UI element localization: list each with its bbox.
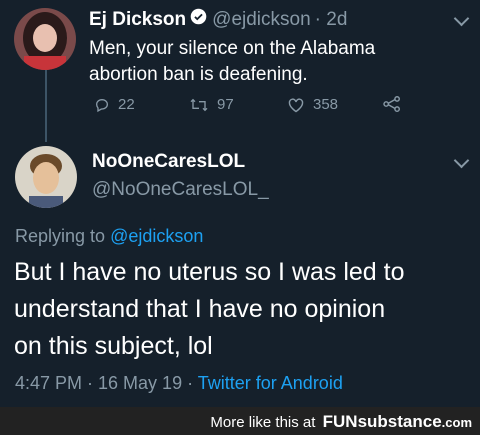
replying-to: Replying to @ejdickson bbox=[15, 226, 203, 247]
tweet1-time[interactable]: · 2d bbox=[315, 9, 348, 31]
tweet2-chevron-down-icon[interactable] bbox=[453, 152, 470, 169]
ej-dickson-avatar[interactable] bbox=[14, 8, 76, 70]
tweet1-text: Men, your silence on the Alabama abortio… bbox=[89, 36, 375, 88]
retweet-count: 97 bbox=[217, 96, 234, 113]
watermark-bar: More like this at FUNsubstance.com bbox=[0, 407, 480, 435]
retweet-icon bbox=[190, 98, 208, 111]
heart-icon bbox=[288, 97, 304, 112]
share-action[interactable] bbox=[383, 96, 409, 112]
retweet-action[interactable]: 97 bbox=[189, 96, 234, 113]
verified-badge-icon bbox=[190, 8, 207, 31]
reply-icon bbox=[95, 98, 109, 112]
tweet2-text: But I have no uterus so I was led to und… bbox=[14, 254, 405, 365]
tweet1-text-line2: abortion ban is deafening. bbox=[89, 64, 308, 85]
tweet1-chevron-down-icon[interactable] bbox=[453, 10, 470, 27]
watermark-text: More like this at FUNsubstance.com bbox=[210, 412, 472, 432]
share-icon bbox=[383, 96, 400, 112]
tweet1-text-line1: Men, your silence on the Alabama bbox=[89, 38, 376, 59]
tweet2-timestamp[interactable]: 4:47 PM · 16 May 19 · bbox=[15, 373, 193, 393]
reply-action[interactable]: 22 bbox=[94, 96, 135, 113]
thread-connector bbox=[45, 70, 47, 142]
tweet2-text-line3: on this subject, lol bbox=[14, 332, 213, 360]
like-action[interactable]: 358 bbox=[287, 96, 338, 113]
like-count: 358 bbox=[313, 96, 339, 113]
tweet1-header: Ej Dickson @ejdickson · 2d bbox=[89, 8, 347, 31]
tweet2-text-line2: understand that I have no opinion bbox=[14, 295, 386, 323]
watermark-site: FUNsubstance bbox=[322, 412, 442, 431]
replying-to-label: Replying to bbox=[15, 226, 106, 246]
tweet2-handle[interactable]: @NoOneCaresLOL_ bbox=[92, 179, 269, 201]
tweet1-display-name[interactable]: Ej Dickson bbox=[89, 9, 186, 31]
reply-count: 22 bbox=[118, 96, 135, 113]
watermark-prefix: More like this at bbox=[210, 414, 316, 431]
tweet2-display-name[interactable]: NoOneCaresLOL bbox=[92, 151, 245, 173]
noonecareslol-avatar[interactable] bbox=[15, 146, 77, 208]
tweet2-source[interactable]: Twitter for Android bbox=[198, 373, 343, 393]
tweet2-text-line1: But I have no uterus so I was led to bbox=[14, 258, 405, 286]
watermark-tld: .com bbox=[441, 415, 472, 430]
tweet2-meta: 4:47 PM · 16 May 19 · Twitter for Androi… bbox=[15, 373, 343, 394]
replying-to-handle[interactable]: @ejdickson bbox=[110, 226, 203, 246]
tweet1-handle[interactable]: @ejdickson bbox=[212, 9, 311, 31]
